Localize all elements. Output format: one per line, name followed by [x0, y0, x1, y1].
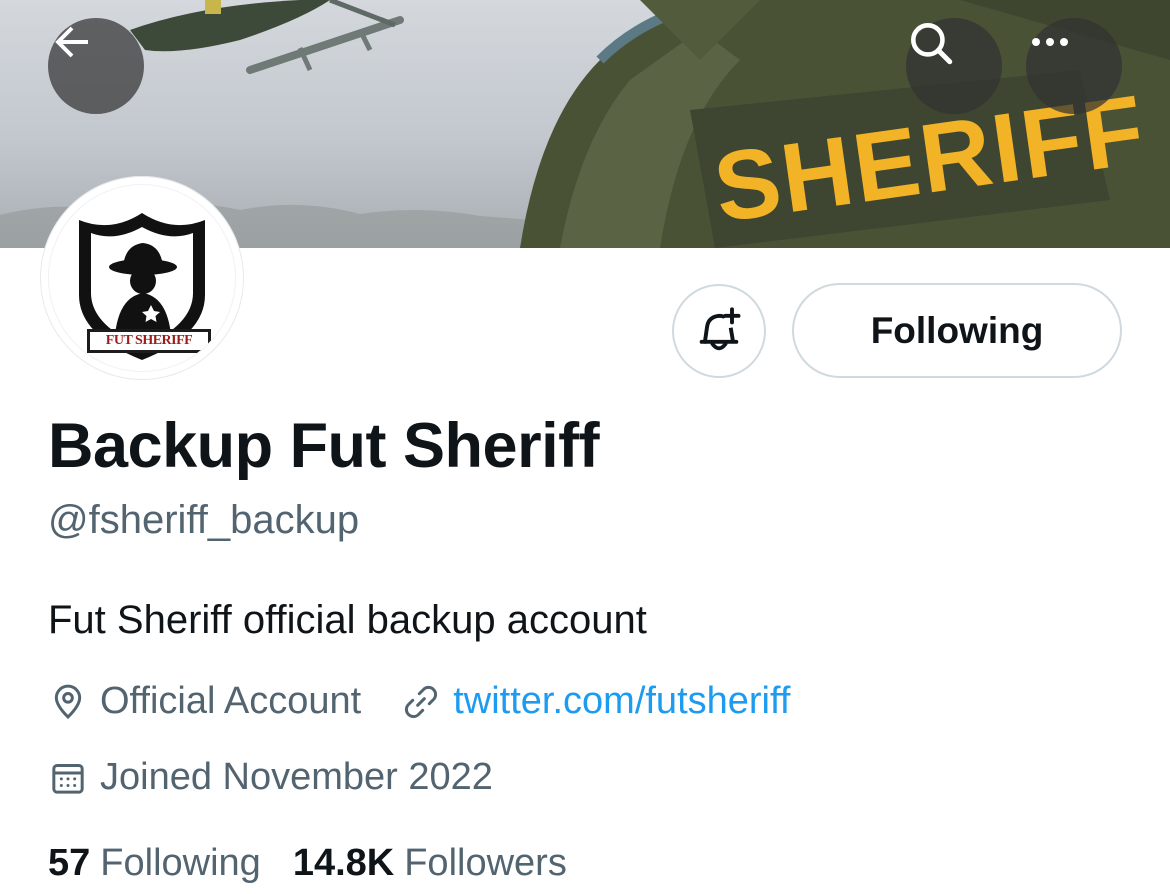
follow-stats: 57 Following 14.8K Followers — [48, 842, 567, 885]
followers-stat[interactable]: 14.8K Followers — [293, 842, 567, 885]
bell-plus-icon — [699, 307, 741, 351]
search-icon — [911, 23, 953, 65]
joined-text: Joined November 2022 — [100, 756, 493, 798]
followers-count: 14.8K — [292, 842, 395, 884]
user-handle: @fsheriff_backup — [48, 498, 360, 542]
back-button[interactable] — [48, 18, 144, 114]
notifications-button[interactable] — [672, 284, 766, 378]
avatar-image: FUT SHERIFF — [48, 184, 236, 372]
website-item[interactable]: twitter.com/futsheriff — [401, 680, 790, 723]
location-pin-icon — [54, 684, 82, 719]
more-horizontal-icon — [1032, 38, 1068, 46]
helicopter-graphic — [130, 0, 404, 74]
followers-label: Followers — [404, 842, 567, 884]
calendar-icon — [52, 763, 84, 794]
following-label: Following — [100, 842, 261, 884]
location-text: Official Account — [100, 680, 362, 722]
joined-row: Joined November 2022 — [48, 756, 493, 799]
website-link[interactable]: twitter.com/futsheriff — [453, 680, 790, 723]
avatar-label: FUT SHERIFF — [87, 329, 211, 353]
profile-avatar[interactable]: FUT SHERIFF — [40, 176, 244, 380]
arrow-left-icon — [55, 26, 88, 58]
location-item: Official Account — [48, 680, 361, 723]
more-options-button[interactable] — [1026, 18, 1122, 114]
link-icon — [405, 685, 438, 718]
display-name: Backup Fut Sheriff — [48, 411, 600, 481]
following-stat[interactable]: 57 Following — [48, 842, 261, 885]
search-button[interactable] — [906, 18, 1002, 114]
profile-meta-row: Official Account twitter.com/futsheriff — [48, 680, 790, 723]
following-button[interactable]: Following — [792, 283, 1122, 378]
profile-bio: Fut Sheriff official backup account — [48, 598, 647, 642]
joined-item: Joined November 2022 — [48, 756, 493, 799]
following-count: 57 — [48, 842, 91, 884]
